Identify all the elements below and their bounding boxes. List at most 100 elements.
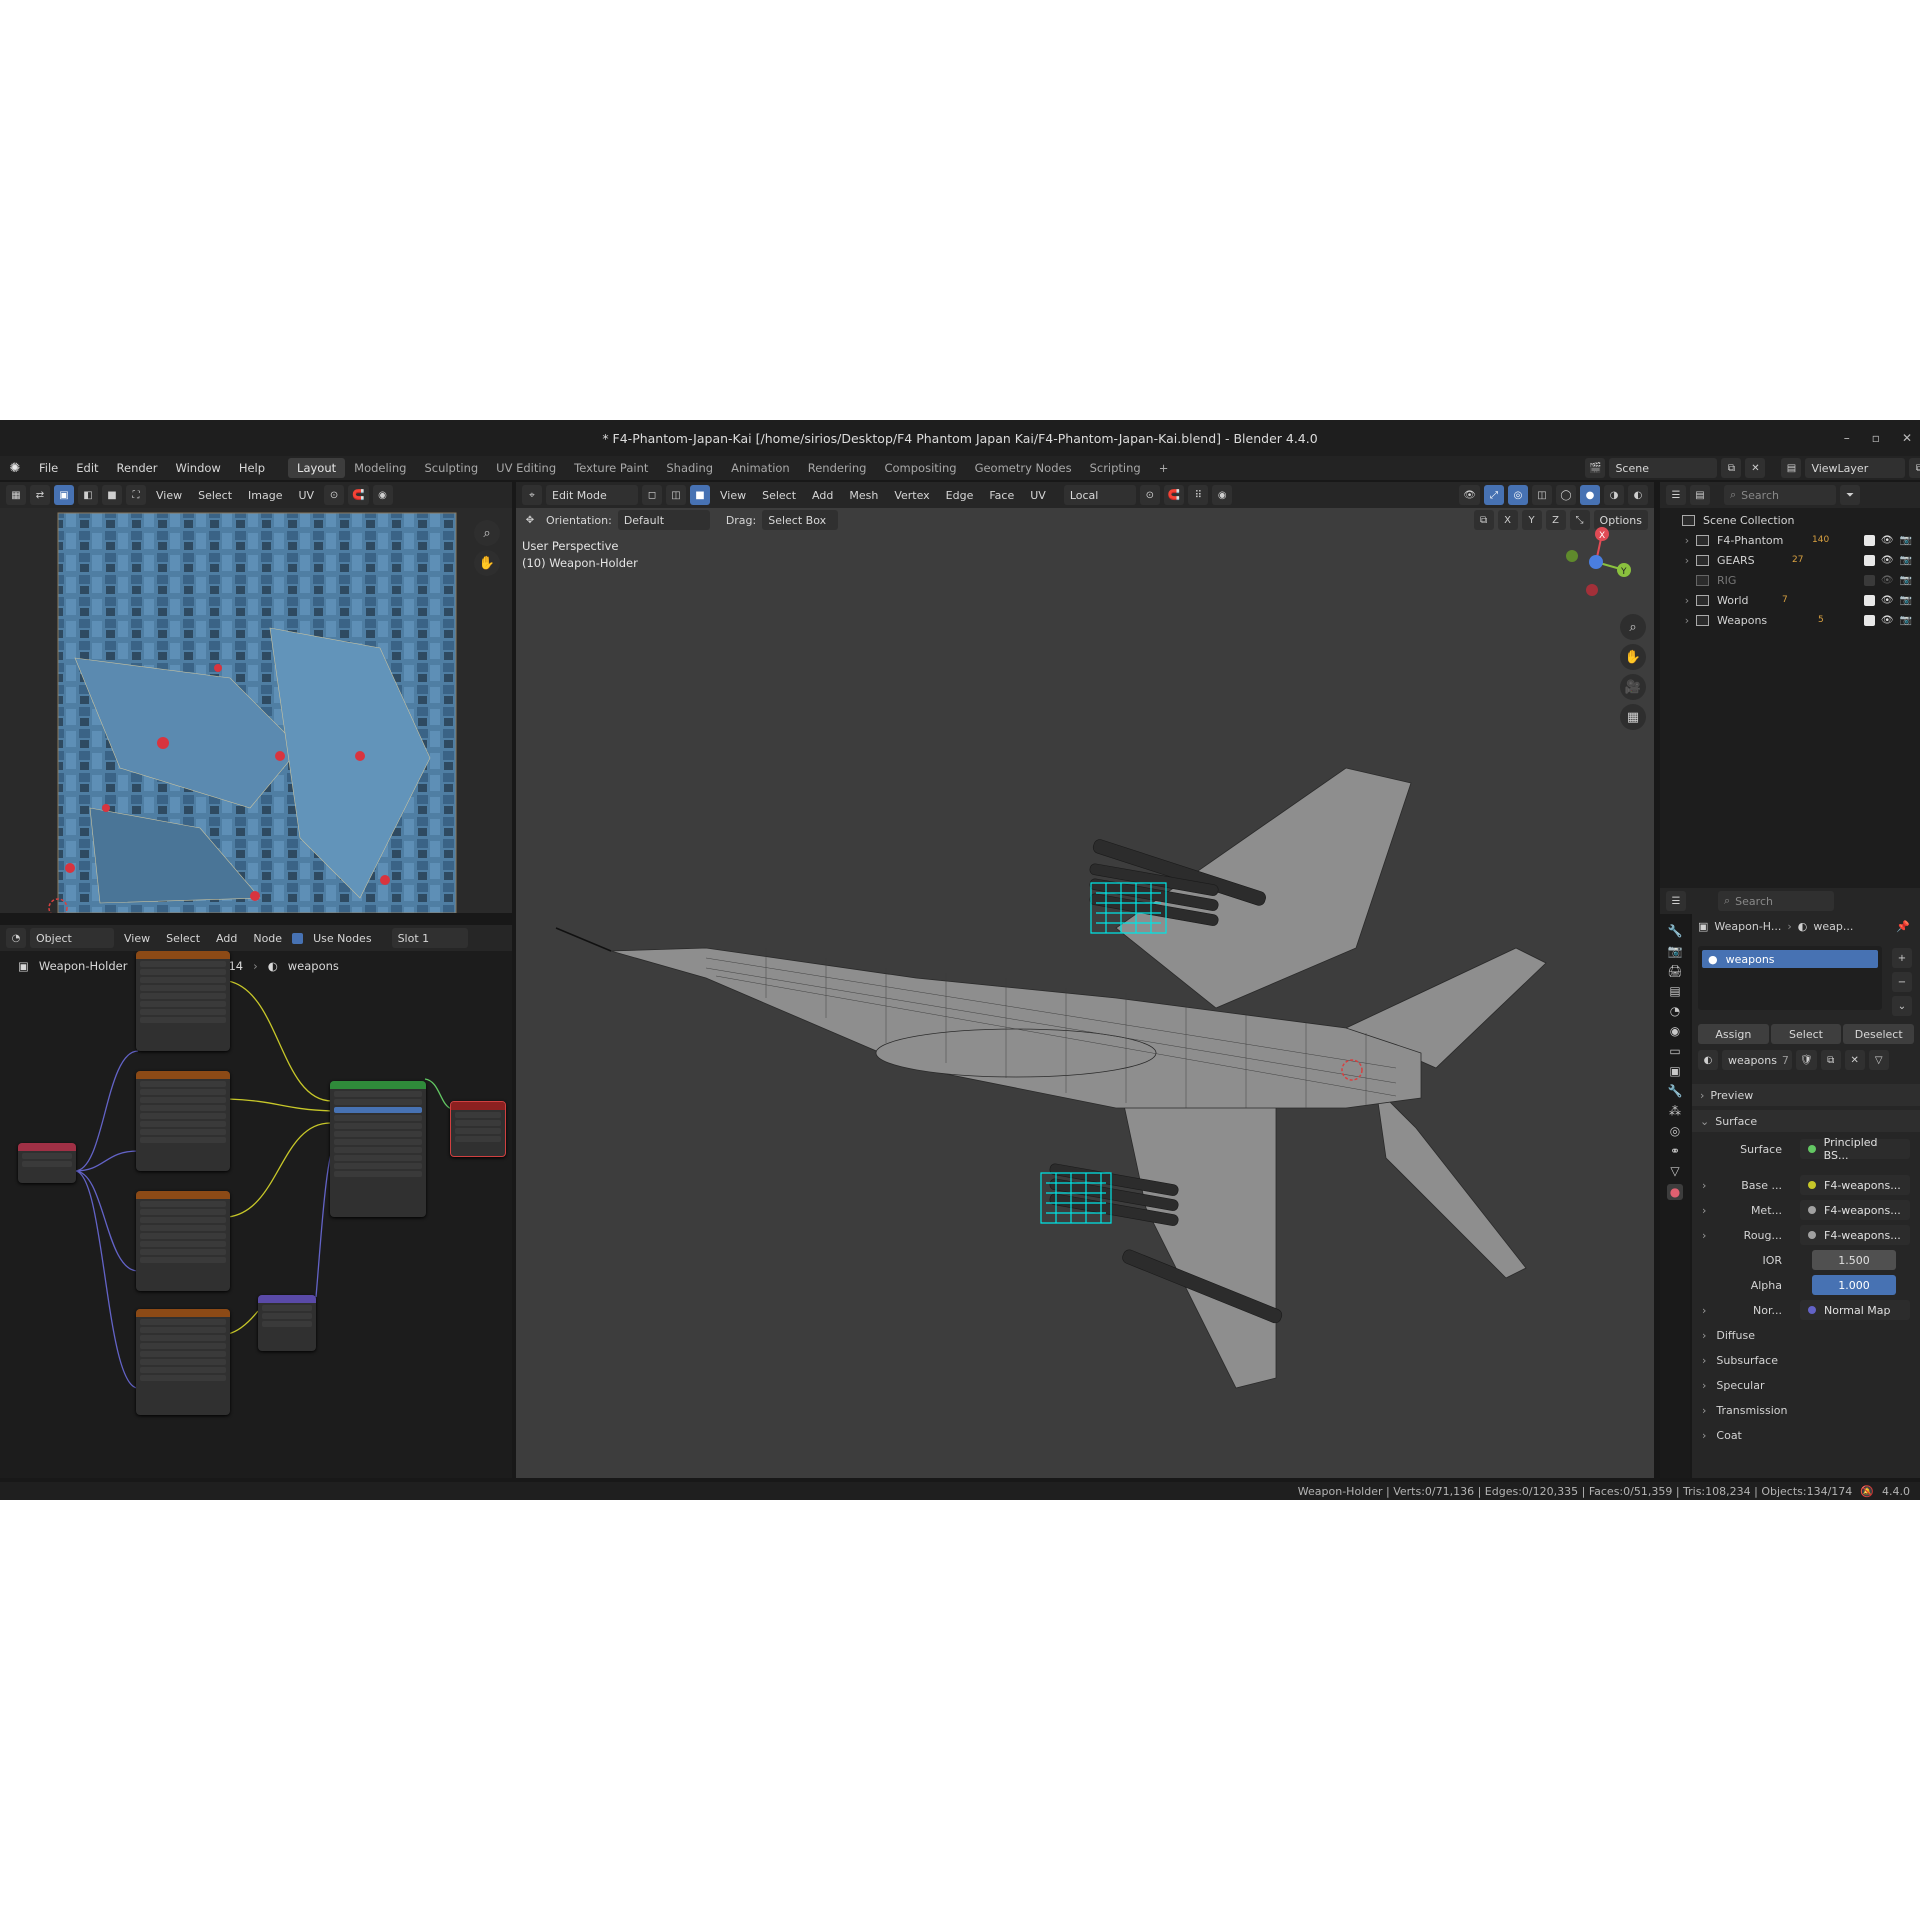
material-slot-item[interactable]: ● weapons (1702, 950, 1878, 968)
3d-viewport-icon[interactable]: ⌖ (522, 485, 542, 505)
zoom-icon[interactable]: ⌕ (474, 520, 500, 546)
menu-window[interactable]: Window (166, 461, 229, 475)
material-slot-list[interactable]: ● weapons (1698, 946, 1882, 1010)
diffuse-subpanel[interactable]: › Diffuse (1692, 1324, 1920, 1346)
add-workspace-button[interactable]: + (1150, 458, 1178, 478)
editor-type-icon[interactable]: ▦ (6, 485, 26, 505)
assign-button[interactable]: Assign (1698, 1024, 1769, 1044)
ior-field[interactable]: 1.500 (1812, 1250, 1896, 1270)
uv-menu-select[interactable]: Select (192, 489, 238, 502)
eye-icon[interactable]: 👁 (1881, 575, 1894, 586)
new-scene-icon[interactable]: ⧉ (1721, 458, 1742, 478)
pivot-icon[interactable]: ⊙ (324, 485, 345, 505)
scene-selector[interactable]: Scene (1609, 458, 1718, 478)
vertex-mode-icon[interactable]: ◻ (642, 485, 662, 505)
uv-map-node[interactable] (18, 1143, 76, 1183)
solid-shading-icon[interactable]: ● (1580, 485, 1600, 505)
exclude-checkbox[interactable] (1863, 574, 1875, 586)
filter-icon[interactable]: ⏷ (1840, 485, 1860, 505)
maximize-button[interactable]: ▫ (1872, 431, 1880, 445)
material-name-field[interactable]: weapons 7 (1722, 1050, 1792, 1070)
image-texture-node-color[interactable] (136, 951, 230, 1051)
overlay-icon[interactable]: ◎ (1508, 485, 1528, 505)
vp-menu-add[interactable]: Add (806, 489, 839, 502)
node-menu-view[interactable]: View (118, 932, 156, 945)
link-type-icon[interactable]: ▽ (1868, 1050, 1889, 1070)
unlink-material-icon[interactable]: ✕ (1844, 1050, 1865, 1070)
physics-tab-icon[interactable]: ◎ (1670, 1124, 1680, 1138)
vp-menu-mesh[interactable]: Mesh (843, 489, 884, 502)
principled-bsdf-node[interactable] (330, 1081, 426, 1217)
transform-pivot-icon[interactable]: ⊙ (1139, 485, 1160, 505)
normal-field[interactable]: Normal Map (1800, 1300, 1910, 1320)
rendered-shading-icon[interactable]: ◐ (1628, 485, 1648, 505)
vp-menu-select[interactable]: Select (756, 489, 802, 502)
tab-scripting[interactable]: Scripting (1081, 458, 1150, 478)
vp-menu-view[interactable]: View (714, 489, 752, 502)
snap-icon[interactable]: 🧲 (348, 485, 369, 505)
tool-tab-icon[interactable]: 🔧 (1668, 924, 1683, 938)
expand-icon[interactable]: › (1678, 534, 1696, 547)
specular-subpanel[interactable]: › Specular (1692, 1374, 1920, 1396)
tab-texture-paint[interactable]: Texture Paint (565, 458, 657, 478)
vertex-select-icon[interactable]: ▣ (54, 485, 74, 505)
tab-animation[interactable]: Animation (722, 458, 799, 478)
transform-pivot-selector[interactable]: Local (1063, 485, 1136, 505)
normal-map-node[interactable] (258, 1295, 316, 1351)
wireframe-shading-icon[interactable]: ◯ (1556, 485, 1576, 505)
outliner-item-rig[interactable]: RIG 👁 📷 (1660, 570, 1920, 590)
surface-section[interactable]: ⌄ Surface (1692, 1110, 1920, 1132)
node-menu-node[interactable]: Node (247, 932, 288, 945)
base-color-field[interactable]: F4-weapons... (1800, 1175, 1910, 1195)
close-button[interactable]: ✕ (1902, 431, 1912, 445)
node-menu-add[interactable]: Add (210, 932, 243, 945)
face-mode-icon[interactable]: ■ (690, 485, 710, 505)
use-nodes-checkbox[interactable] (292, 932, 304, 944)
add-slot-button[interactable]: + (1892, 948, 1912, 968)
vp-menu-vertex[interactable]: Vertex (888, 489, 935, 502)
subsurface-subpanel[interactable]: › Subsurface (1692, 1349, 1920, 1371)
exclude-checkbox[interactable] (1863, 594, 1875, 606)
eye-icon[interactable]: 👁 (1881, 535, 1894, 546)
material-tab-icon[interactable]: ● (1666, 1184, 1684, 1200)
menu-edit[interactable]: Edit (67, 461, 107, 475)
minimize-button[interactable]: – (1844, 431, 1850, 445)
scene-tab-icon[interactable]: ◔ (1670, 1004, 1680, 1018)
tab-sculpting[interactable]: Sculpting (415, 458, 487, 478)
edge-mode-icon[interactable]: ◫ (666, 485, 686, 505)
constraints-tab-icon[interactable]: ⚭ (1670, 1144, 1680, 1158)
scene-icon[interactable]: 🎬 (1585, 458, 1606, 478)
material-shading-icon[interactable]: ◑ (1604, 485, 1624, 505)
slot-menu-button[interactable]: ⌄ (1892, 996, 1912, 1016)
object-tab-icon[interactable]: ▣ (1669, 1064, 1680, 1078)
select-button[interactable]: Select (1770, 1024, 1842, 1044)
duplicate-material-icon[interactable]: ⧉ (1820, 1050, 1841, 1070)
exclude-checkbox[interactable] (1863, 614, 1875, 626)
image-texture-node-roughness[interactable] (136, 1191, 230, 1291)
camera-icon[interactable]: 📷 (1900, 535, 1912, 546)
camera-icon[interactable]: 📷 (1900, 595, 1912, 606)
edge-select-icon[interactable]: ◧ (78, 485, 98, 505)
image-texture-node-metallic[interactable] (136, 1071, 230, 1171)
preview-section[interactable]: › Preview (1692, 1084, 1920, 1106)
mode-selector[interactable]: Edit Mode (546, 485, 638, 505)
visibility-icon[interactable]: 👁 (1459, 485, 1480, 505)
outliner-search[interactable]: ⌕ Search (1724, 485, 1836, 505)
outliner-item-gears[interactable]: › GEARS 27 👁 📷 (1660, 550, 1920, 570)
modifier-tab-icon[interactable]: 🔧 (1668, 1084, 1683, 1098)
camera-icon[interactable]: 📷 (1900, 555, 1912, 566)
proportional-icon[interactable]: ◉ (1212, 485, 1233, 505)
menu-render[interactable]: Render (108, 461, 167, 475)
view-layer-tab-icon[interactable]: ▤ (1669, 984, 1680, 998)
node-editor-canvas[interactable]: ▣ Weapon-Holder › ▽ Cylinder.014 › ◐ wea… (0, 951, 512, 1478)
object-type-selector[interactable]: Object (30, 928, 114, 948)
notification-icon[interactable]: 🔕 (1860, 1485, 1874, 1498)
scene-collection-row[interactable]: Scene Collection (1660, 510, 1920, 530)
properties-search[interactable]: ⌕ Search (1718, 891, 1834, 911)
view-layer-selector[interactable]: ViewLayer (1805, 458, 1906, 478)
remove-slot-button[interactable]: − (1892, 972, 1912, 992)
render-tab-icon[interactable]: 📷 (1668, 944, 1683, 958)
pan-hand-icon[interactable]: ✋ (474, 550, 500, 576)
outliner-item-world[interactable]: › World 7 👁 📷 (1660, 590, 1920, 610)
alpha-field[interactable]: 1.000 (1812, 1275, 1896, 1295)
